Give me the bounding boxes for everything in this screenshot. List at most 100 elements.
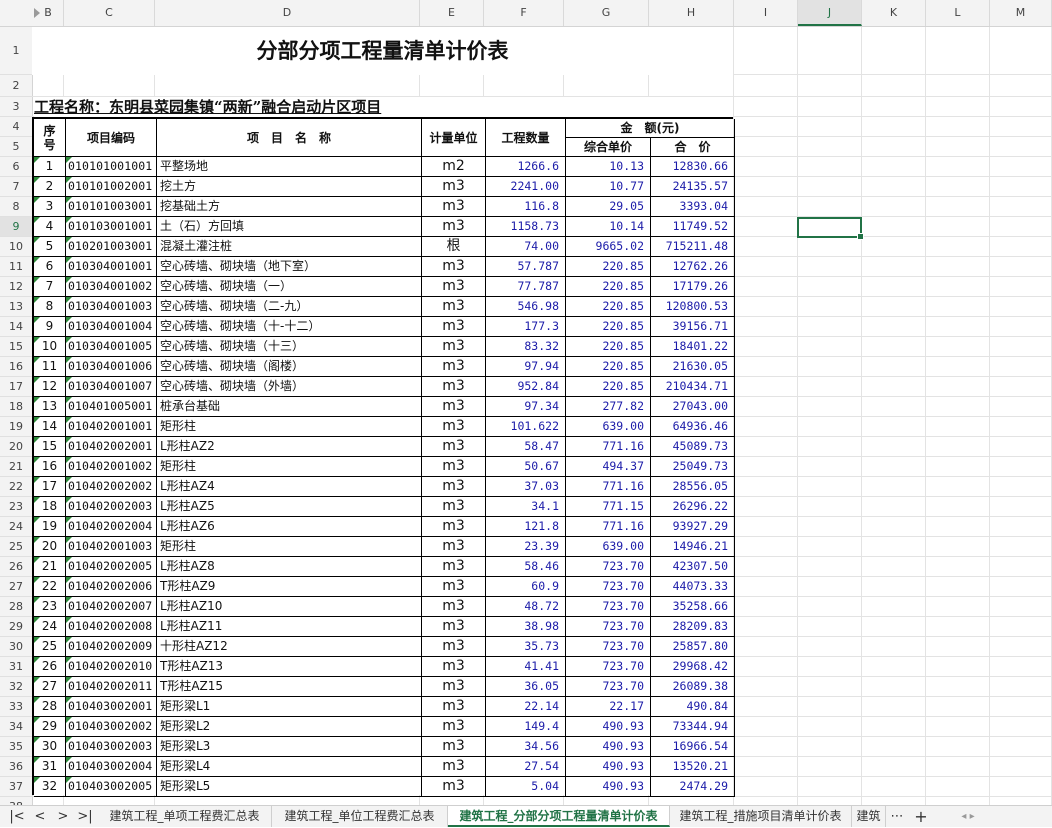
- row-name[interactable]: 空心砖墙、砌块墙（地下室）: [157, 257, 422, 277]
- row-unit-price[interactable]: 10.14: [566, 217, 651, 237]
- add-sheet-button[interactable]: +: [910, 806, 932, 828]
- row-header-11[interactable]: 11: [0, 257, 32, 277]
- row-code[interactable]: 010402002001: [66, 437, 157, 457]
- row-header-1[interactable]: 1: [0, 27, 32, 75]
- row-unit-price[interactable]: 723.70: [566, 617, 651, 637]
- row-qty[interactable]: 48.72: [486, 597, 566, 617]
- row-seq[interactable]: 13: [34, 397, 66, 417]
- row-unit-price[interactable]: 723.70: [566, 597, 651, 617]
- row-qty[interactable]: 149.4: [486, 717, 566, 737]
- row-total[interactable]: 16966.54: [651, 737, 735, 757]
- row-name[interactable]: 空心砖墙、砌块墙（一）: [157, 277, 422, 297]
- row-unit[interactable]: m3: [422, 757, 486, 777]
- row-code[interactable]: 010402002007: [66, 597, 157, 617]
- row-unit[interactable]: m3: [422, 337, 486, 357]
- row-seq[interactable]: 30: [34, 737, 66, 757]
- row-total[interactable]: 29968.42: [651, 657, 735, 677]
- row-unit[interactable]: m3: [422, 257, 486, 277]
- row-seq[interactable]: 6: [34, 257, 66, 277]
- row-code[interactable]: 010402002008: [66, 617, 157, 637]
- row-header-25[interactable]: 25: [0, 537, 32, 557]
- row-code[interactable]: 010304001001: [66, 257, 157, 277]
- row-total[interactable]: 64936.46: [651, 417, 735, 437]
- row-unit-price[interactable]: 220.85: [566, 257, 651, 277]
- row-code[interactable]: 010402002002: [66, 477, 157, 497]
- row-name[interactable]: T形柱AZ15: [157, 677, 422, 697]
- row-header-28[interactable]: 28: [0, 597, 32, 617]
- row-code[interactable]: 010101003001: [66, 197, 157, 217]
- row-unit-price[interactable]: 29.05: [566, 197, 651, 217]
- next-sheet-button[interactable]: >: [52, 806, 74, 828]
- row-seq[interactable]: 2: [34, 177, 66, 197]
- row-header-6[interactable]: 6: [0, 157, 32, 177]
- row-unit[interactable]: 根: [422, 237, 486, 257]
- row-header-27[interactable]: 27: [0, 577, 32, 597]
- row-seq[interactable]: 16: [34, 457, 66, 477]
- row-total[interactable]: 12762.26: [651, 257, 735, 277]
- sheet-tab[interactable]: 建筑工程_单位工程费汇总表: [272, 806, 448, 827]
- row-unit[interactable]: m3: [422, 477, 486, 497]
- row-seq[interactable]: 22: [34, 577, 66, 597]
- row-total[interactable]: 45089.73: [651, 437, 735, 457]
- column-header-B[interactable]: B: [33, 0, 64, 26]
- row-qty[interactable]: 97.34: [486, 397, 566, 417]
- row-code[interactable]: 010403002003: [66, 737, 157, 757]
- row-qty[interactable]: 116.8: [486, 197, 566, 217]
- sheet-tab[interactable]: 建筑工程_分部分项工程量清单计价表: [448, 806, 670, 827]
- selected-cell-J9[interactable]: [797, 217, 864, 240]
- row-unit-price[interactable]: 220.85: [566, 297, 651, 317]
- row-total[interactable]: 17179.26: [651, 277, 735, 297]
- row-unit-price[interactable]: 220.85: [566, 357, 651, 377]
- row-seq[interactable]: 14: [34, 417, 66, 437]
- row-seq[interactable]: 19: [34, 517, 66, 537]
- row-unit[interactable]: m3: [422, 297, 486, 317]
- row-code[interactable]: 010304001002: [66, 277, 157, 297]
- row-unit-price[interactable]: 771.15: [566, 497, 651, 517]
- row-header-22[interactable]: 22: [0, 477, 32, 497]
- row-unit[interactable]: m3: [422, 357, 486, 377]
- row-unit[interactable]: m3: [422, 637, 486, 657]
- row-unit-price[interactable]: 220.85: [566, 317, 651, 337]
- sheet-tab[interactable]: 建筑工程_措施项目清单计价表: [670, 806, 852, 827]
- row-code[interactable]: 010403002001: [66, 697, 157, 717]
- row-seq[interactable]: 1: [34, 157, 66, 177]
- row-unit-price[interactable]: 771.16: [566, 517, 651, 537]
- row-seq[interactable]: 7: [34, 277, 66, 297]
- row-header-29[interactable]: 29: [0, 617, 32, 637]
- row-qty[interactable]: 35.73: [486, 637, 566, 657]
- row-header-13[interactable]: 13: [0, 297, 32, 317]
- row-qty[interactable]: 22.14: [486, 697, 566, 717]
- row-name[interactable]: L形柱AZ6: [157, 517, 422, 537]
- row-header-38[interactable]: 38: [0, 797, 32, 805]
- row-seq[interactable]: 29: [34, 717, 66, 737]
- row-total[interactable]: 13520.21: [651, 757, 735, 777]
- row-total[interactable]: 24135.57: [651, 177, 735, 197]
- row-header-7[interactable]: 7: [0, 177, 32, 197]
- row-code[interactable]: 010402002011: [66, 677, 157, 697]
- more-sheets-button[interactable]: ⋯: [886, 806, 908, 828]
- row-qty[interactable]: 177.3: [486, 317, 566, 337]
- row-header-4[interactable]: 4: [0, 117, 32, 137]
- row-name[interactable]: L形柱AZ2: [157, 437, 422, 457]
- row-qty[interactable]: 952.84: [486, 377, 566, 397]
- row-unit-price[interactable]: 220.85: [566, 337, 651, 357]
- row-name[interactable]: 矩形梁L4: [157, 757, 422, 777]
- row-total[interactable]: 2474.29: [651, 777, 735, 797]
- row-code[interactable]: 010402002009: [66, 637, 157, 657]
- column-header-C[interactable]: C: [64, 0, 155, 26]
- row-total[interactable]: 42307.50: [651, 557, 735, 577]
- row-seq[interactable]: 8: [34, 297, 66, 317]
- row-name[interactable]: 矩形梁L2: [157, 717, 422, 737]
- row-code[interactable]: 010402001002: [66, 457, 157, 477]
- row-seq[interactable]: 26: [34, 657, 66, 677]
- row-unit[interactable]: m3: [422, 577, 486, 597]
- row-code[interactable]: 010402002010: [66, 657, 157, 677]
- row-code[interactable]: 010402002003: [66, 497, 157, 517]
- row-qty[interactable]: 23.39: [486, 537, 566, 557]
- row-unit-price[interactable]: 490.93: [566, 757, 651, 777]
- row-qty[interactable]: 57.787: [486, 257, 566, 277]
- row-code[interactable]: 010304001003: [66, 297, 157, 317]
- row-code[interactable]: 010402002004: [66, 517, 157, 537]
- column-header-J[interactable]: J: [798, 0, 862, 26]
- row-qty[interactable]: 34.56: [486, 737, 566, 757]
